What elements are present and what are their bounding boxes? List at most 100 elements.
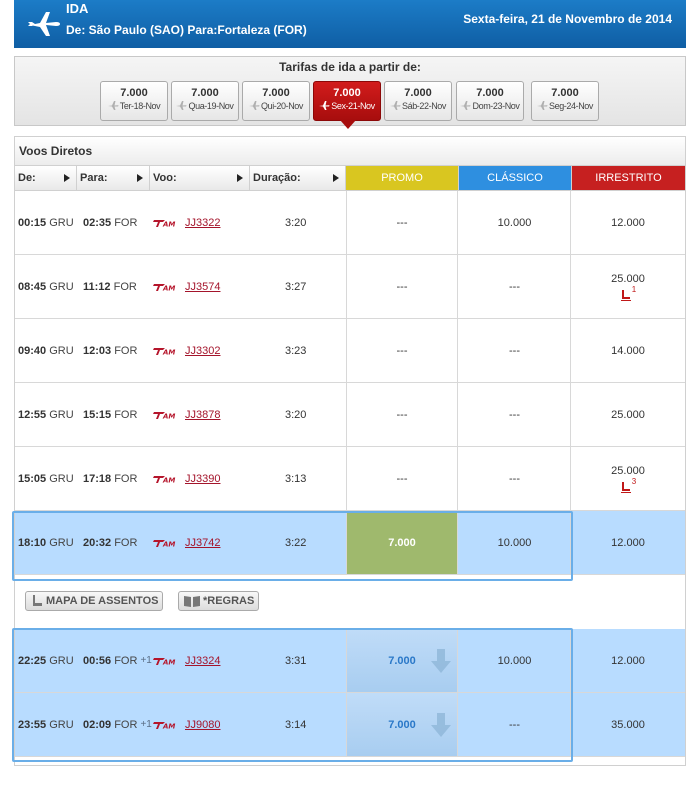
fare-irrestrito[interactable]: 25.000 3 (572, 447, 684, 510)
departure: 08:45 GRU (18, 280, 74, 293)
flight-number: AM JJ9080 (153, 693, 220, 756)
fare-irrestrito[interactable]: 35.000 (572, 693, 684, 756)
seat-icon (620, 481, 631, 493)
fare-promo[interactable]: --- (346, 447, 458, 510)
flight-link[interactable]: JJ3574 (185, 281, 220, 293)
svg-text:AM: AM (162, 412, 175, 420)
fare-irrestrito[interactable]: 25.000 1 (572, 255, 684, 318)
airplane-icon (107, 101, 119, 110)
table-row[interactable]: 23:55 GRU 02:09 FOR +1 AM JJ9080 3:14 7.000 ---… (15, 693, 685, 757)
flight-number: AM JJ3302 (153, 319, 220, 382)
fare-date: Sex-21-Nov (314, 101, 380, 111)
table-row[interactable]: 09:40 GRU 12:03 FOR AM JJ3302 3:23 --- --- 14.0… (15, 319, 685, 383)
header-irrestrito: IRRESTRITO (572, 166, 685, 191)
selected-flight-actions: MAPA DE ASSENTOS *REGRAS (15, 575, 685, 629)
fare-classico[interactable]: 10.000 (459, 629, 571, 692)
fare-day-1[interactable]: 7.000 Qua-19-Nov (171, 81, 239, 121)
fare-irrestrito[interactable]: 12.000 (572, 629, 684, 692)
tam-airline-logo: AM (153, 721, 175, 730)
fare-irrestrito[interactable]: 25.000 (572, 383, 684, 446)
departure: 09:40 GRU (18, 344, 74, 357)
fare-classico[interactable]: 10.000 (459, 511, 571, 574)
flight-link[interactable]: JJ3322 (185, 217, 220, 229)
fare-promo[interactable]: 7.000 (346, 629, 458, 692)
flight-link[interactable]: JJ3878 (185, 409, 220, 421)
fare-day-6[interactable]: 7.000 Seg-24-Nov (531, 81, 599, 121)
fare-day-4[interactable]: 7.000 Sáb-22-Nov (384, 81, 452, 121)
travel-date: Sexta-feira, 21 de Novembro de 2014 (463, 12, 672, 26)
table-row[interactable]: 22:25 GRU 00:56 FOR +1 AM JJ3324 3:31 7.000 10.… (15, 629, 685, 693)
fare-promo[interactable]: --- (346, 319, 458, 382)
fare-day-0[interactable]: 7.000 Ter-18-Nov (100, 81, 168, 121)
fare-classico[interactable]: --- (459, 693, 571, 756)
header-arrival[interactable]: Para: (77, 166, 150, 191)
flight-number: AM JJ3390 (153, 447, 220, 510)
fare-day-5[interactable]: 7.000 Dom-23-Nov (456, 81, 524, 121)
fare-classico[interactable]: --- (459, 255, 571, 318)
duration: 3:20 (285, 216, 307, 229)
departure: 23:55 GRU (18, 718, 74, 731)
fare-irrestrito[interactable]: 14.000 (572, 319, 684, 382)
fare-value: 7.000 (333, 87, 361, 99)
table-row[interactable]: 08:45 GRU 11:12 FOR AM JJ3574 3:27 --- --- 25.0… (15, 255, 685, 319)
header-duration[interactable]: Duração: (250, 166, 346, 191)
airplane-icon (389, 101, 401, 110)
seat-map-button[interactable]: MAPA DE ASSENTOS (25, 591, 164, 611)
arrival: 20:32 FOR (83, 536, 138, 549)
departure: 12:55 GRU (18, 408, 74, 421)
tam-airline-logo: AM (153, 657, 175, 666)
tam-airline-logo: AM (153, 475, 175, 484)
fares-title: Tarifas de ida a partir de: (279, 60, 421, 74)
table-row[interactable]: 18:10 GRU 20:32 FOR AM JJ3742 3:22 7.000 10.00… (15, 511, 685, 575)
departure: 00:15 GRU (18, 216, 74, 229)
sort-arrow-icon (137, 174, 143, 182)
panel-title: Voos Diretos (19, 144, 93, 158)
airplane-icon (319, 101, 330, 110)
seat-availability: 3 (620, 477, 636, 493)
flight-link[interactable]: JJ3742 (185, 537, 220, 549)
table-row[interactable]: 15:05 GRU 17:18 FOR AM JJ3390 3:13 --- --- 25.0… (15, 447, 685, 511)
arrival: 17:18 FOR (83, 472, 138, 485)
table-row[interactable]: 00:15 GRU 02:35 FOR AM JJ3322 3:20 --- 10.000 1… (15, 191, 685, 255)
fare-promo[interactable]: 7.000 (346, 511, 458, 574)
fare-classico[interactable]: --- (459, 383, 571, 446)
flight-link[interactable]: JJ3390 (185, 473, 220, 485)
fare-day-2[interactable]: 7.000 Qui-20-Nov (242, 81, 310, 121)
fare-day-3[interactable]: 7.000 Sex-21-Nov (313, 81, 381, 129)
airplane-icon (248, 101, 260, 110)
arrival: 00:56 FOR +1 (83, 654, 152, 667)
header-promo: PROMO (346, 166, 459, 191)
rules-button[interactable]: *REGRAS (178, 591, 260, 611)
flight-link[interactable]: JJ3324 (185, 655, 220, 667)
flight-header: IDA De: São Paulo (SAO) Para:Fortaleza (… (14, 0, 686, 48)
departure: 22:25 GRU (18, 654, 74, 667)
airplane-icon (28, 12, 60, 36)
flight-link[interactable]: JJ3302 (185, 345, 220, 357)
svg-text:AM: AM (162, 540, 175, 548)
fare-promo[interactable]: 7.000 (346, 693, 458, 756)
header-flight[interactable]: Voo: (150, 166, 250, 191)
duration: 3:23 (285, 344, 307, 357)
fare-classico[interactable]: --- (459, 319, 571, 382)
fare-promo[interactable]: --- (346, 383, 458, 446)
sort-arrow-icon (333, 174, 339, 182)
fare-promo[interactable]: --- (346, 191, 458, 254)
fare-date: Ter-18-Nov (101, 101, 167, 111)
table-row[interactable]: 12:55 GRU 15:15 FOR AM JJ3878 3:20 --- --- 25.0… (15, 383, 685, 447)
fare-value: 7.000 (191, 87, 219, 99)
duration: 3:13 (285, 472, 307, 485)
flight-number: AM JJ3324 (153, 629, 220, 692)
fare-irrestrito[interactable]: 12.000 (572, 511, 684, 574)
flight-link[interactable]: JJ9080 (185, 719, 220, 731)
expand-down-icon[interactable] (429, 711, 453, 739)
header-departure[interactable]: De: (15, 166, 77, 191)
tam-airline-logo: AM (153, 219, 175, 228)
airplane-icon (176, 101, 187, 110)
fare-classico[interactable]: --- (459, 447, 571, 510)
fare-classico[interactable]: 10.000 (459, 191, 571, 254)
expand-down-icon[interactable] (429, 647, 453, 675)
fare-promo[interactable]: --- (346, 255, 458, 318)
fare-irrestrito[interactable]: 12.000 (572, 191, 684, 254)
sort-arrow-icon (64, 174, 70, 182)
arrival: 12:03 FOR (83, 344, 138, 357)
